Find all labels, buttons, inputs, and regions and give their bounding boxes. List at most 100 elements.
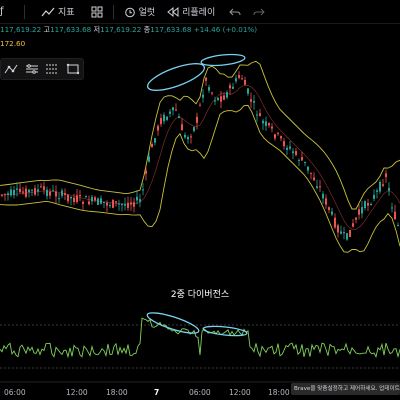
divergence-highlight-price-1 [146,63,206,91]
candle-body [154,138,156,143]
candle-body [181,124,183,131]
candle-body [244,80,246,85]
candle-body [94,197,96,201]
candle-body [13,189,15,196]
candle-body [43,186,45,190]
candle-body [373,194,375,199]
candle-body [337,225,339,233]
candle-body [295,151,297,155]
x-tick: 18:00 [268,388,290,397]
candle-body [292,151,294,154]
candle-body [322,193,324,199]
candle-body [88,201,90,205]
x-tick: 18:00 [106,388,128,397]
candle-body [301,157,303,161]
candle-body [283,141,285,147]
candle-body [169,111,171,114]
divergence-highlight-rsi-1 [146,312,200,334]
candle-body [391,207,393,209]
candle-body [232,86,234,89]
candle-body [193,127,195,132]
candle-body [313,177,315,181]
candle-body [61,190,63,196]
browser-notification[interactable]: Brave을 맞춤설정하고 제어하세요. 업데이트 [291,383,400,395]
candle-body [229,85,231,89]
candle-body [73,197,75,202]
candle-body [133,202,135,207]
candle-body [235,78,237,82]
candle-body [223,95,225,100]
candle-body [268,123,270,126]
candle-body [7,193,9,196]
x-tick: 12:00 [229,388,251,397]
candle-body [100,198,102,204]
candle-body [250,99,252,102]
candle-body [19,188,21,193]
candle-body [259,113,261,117]
candle-body [286,147,288,150]
candle-body [109,205,111,207]
candle-body [157,125,159,131]
divergence-highlight-price-2 [200,53,246,67]
candle-body [85,195,87,198]
candle-body [376,190,378,192]
candle-body [64,193,66,195]
candle-body [25,188,27,197]
candle-body [67,194,69,202]
candle-body [58,198,60,200]
bollinger-upper-band [0,60,400,210]
candle-body [49,191,51,196]
candle-body [217,97,219,101]
x-tick: 06:00 [4,388,26,397]
candle-body [388,187,390,191]
candle-body [199,104,201,106]
candle-body [319,186,321,188]
candle-body [172,107,174,111]
candle-body [352,223,354,227]
candle-body [343,232,345,234]
candle-body [145,170,147,174]
candle-body [52,190,54,192]
candle-body [334,217,336,228]
candle-body [37,189,39,192]
candle-body [115,201,117,203]
candle-body [82,201,84,204]
candle-body [367,203,369,206]
candle-body [247,88,249,94]
candle-body [118,203,120,205]
candle-body [331,211,333,215]
candle-body [355,217,357,220]
candle-body [124,203,126,206]
candle-body [31,189,33,191]
candle-body [190,136,192,138]
x-tick-day: 7 [154,388,160,397]
candle-body [394,211,396,220]
candle-body [385,173,387,178]
candle-body [214,100,216,102]
candle-body [40,186,42,188]
candle-body [142,189,144,191]
candle-body [106,202,108,206]
candle-body [136,196,138,201]
candle-body [361,207,363,214]
candle-body [226,92,228,98]
candle-body [91,196,93,202]
candle-body [103,202,105,204]
parallel-channel-icon[interactable] [45,63,59,75]
candle-body [358,209,360,215]
candle-body [127,202,129,208]
trend-line-tool-icon[interactable] [4,63,18,75]
candle-body [70,196,72,199]
settings-sliders-icon[interactable] [25,63,39,75]
candle-body [382,184,384,186]
candle-body [241,78,243,80]
annotation-caption: 2중 다이버전스 [170,290,230,300]
candle-body [76,195,78,202]
candle-body [205,77,207,81]
candle-body [208,87,210,91]
drawing-toolbar [0,58,84,80]
candle-body [274,134,276,139]
candle-body [10,189,12,196]
candle-body [310,172,312,174]
rectangle-tool-icon[interactable] [66,63,80,75]
